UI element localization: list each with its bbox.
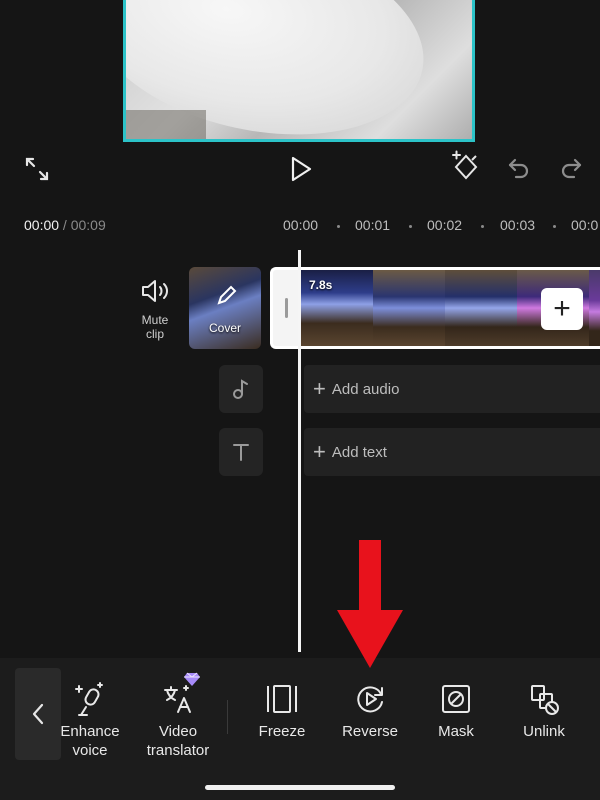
tool-unlink[interactable]: Unlink [512, 676, 576, 741]
plus-icon: + [553, 292, 571, 325]
expand-icon[interactable] [22, 154, 52, 184]
tool-mask[interactable]: Mask [425, 676, 487, 741]
toolbar-back-button[interactable] [15, 668, 61, 760]
add-clip-button[interactable]: + [541, 288, 583, 330]
pencil-icon [217, 285, 237, 305]
clip-frame [373, 270, 445, 346]
annotation-arrow-icon [337, 540, 403, 668]
current-time: 00:00 [24, 217, 60, 233]
tool-enhance-voice[interactable]: Enhance voice [58, 676, 122, 760]
chevron-left-icon [32, 703, 44, 725]
add-audio-button[interactable]: + Add audio [304, 365, 600, 413]
undo-icon[interactable] [505, 154, 533, 184]
translate-icon [164, 685, 191, 713]
tool-reverse[interactable]: Reverse [337, 676, 403, 741]
clip-frame [589, 270, 600, 346]
enhance-voice-icon [75, 682, 103, 716]
ruler-tick-2: 00:02 [427, 217, 463, 233]
mute-clip-label: Mute clip [141, 313, 169, 341]
redo-icon[interactable] [557, 154, 585, 184]
add-text-label: Add text [331, 443, 387, 461]
cover-label: Cover [208, 321, 241, 335]
clip-duration: 7.8s [309, 278, 333, 292]
plus-icon: + [313, 376, 326, 401]
tool-video-translator[interactable]: Video translator [140, 672, 216, 760]
time-separator: / [59, 217, 71, 233]
audio-track-icon [219, 365, 263, 413]
time-readout: 00:00 / 00:09 [24, 217, 106, 233]
playhead[interactable] [298, 250, 301, 652]
mute-clip-button[interactable] [137, 277, 173, 307]
ruler-tick-1: 00:01 [355, 217, 391, 233]
total-time: 00:09 [70, 217, 106, 233]
play-icon[interactable] [287, 154, 315, 184]
ruler-tick-3: 00:03 [500, 217, 536, 233]
unlink-icon [531, 685, 559, 715]
text-track-icon [219, 428, 263, 476]
add-text-button[interactable]: + Add text [304, 428, 600, 476]
tool-freeze[interactable]: Freeze [250, 676, 314, 741]
clip-frame [445, 270, 517, 346]
add-audio-label: Add audio [331, 380, 400, 398]
clip-trim-handle[interactable] [273, 270, 301, 346]
ruler-tick-4: 00:0 [571, 217, 599, 233]
music-note-icon [233, 379, 248, 399]
freeze-frame-icon [267, 685, 297, 713]
mask-icon [442, 685, 470, 713]
toolbar-divider [227, 700, 228, 734]
keyframe-add-icon[interactable] [449, 150, 483, 184]
ruler-tick-0: 00:00 [283, 217, 319, 233]
video-preview[interactable] [123, 0, 475, 142]
text-t-icon [233, 444, 249, 461]
speaker-icon [142, 280, 168, 302]
plus-icon: + [313, 439, 326, 464]
reverse-play-icon [357, 686, 383, 713]
home-indicator [205, 785, 395, 790]
premium-gem-icon [184, 672, 200, 686]
cover-thumbnail[interactable]: Cover [189, 267, 261, 349]
